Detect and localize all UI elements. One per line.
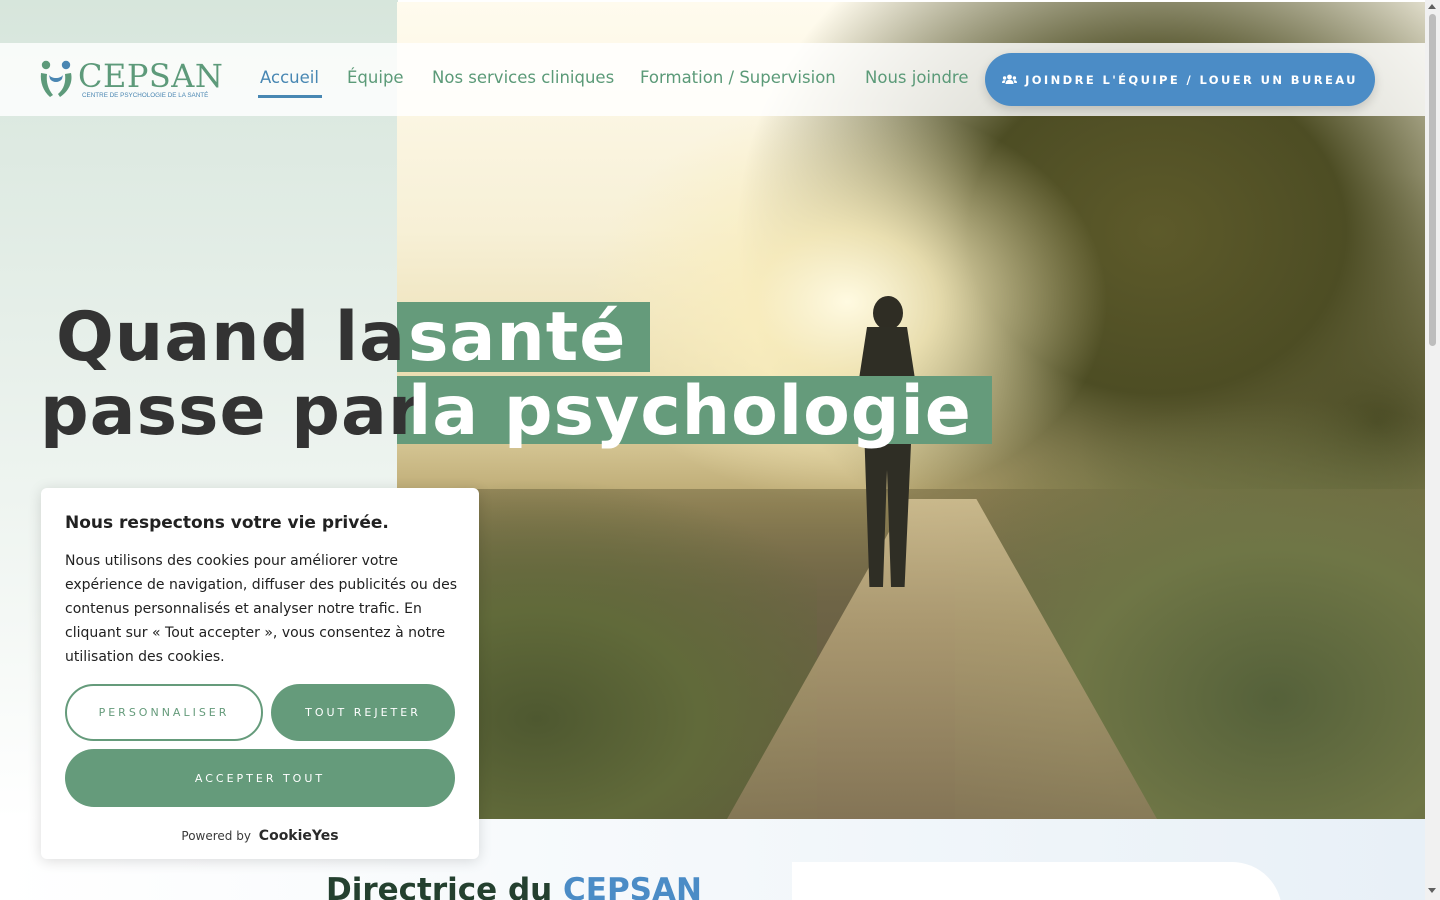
headline-highlight-1: santé <box>408 298 627 377</box>
headline-line2: passe par <box>40 372 423 451</box>
scrollbar-thumb[interactable] <box>1429 14 1436 346</box>
nav-item-equipe[interactable]: Équipe <box>347 68 404 87</box>
nav-active-indicator <box>258 95 322 98</box>
scroll-up-arrow-icon[interactable] <box>1428 4 1436 9</box>
headline-highlight-2: la psychologie <box>408 372 972 451</box>
cookie-description: Nous utilisons des cookies pour améliore… <box>65 553 457 665</box>
cookieyes-logo[interactable]: CookieYes <box>259 828 339 844</box>
join-team-button[interactable]: JOINDRE L'ÉQUIPE / LOUER UN BUREAU <box>985 53 1375 106</box>
director-heading-prefix: Directrice du <box>326 872 553 900</box>
users-icon <box>1002 74 1018 84</box>
powered-by-label: Powered by <box>181 829 251 843</box>
two-people-icon <box>40 60 72 97</box>
nav-item-contact[interactable]: Nous joindre <box>865 68 969 87</box>
nav-item-services[interactable]: Nos services cliniques <box>432 68 614 87</box>
site-logo[interactable]: CEPSAN CENTRE DE PSYCHOLOGIE DE LA SANTÉ <box>38 57 223 102</box>
scroll-down-arrow-icon[interactable] <box>1428 888 1436 893</box>
headline-line1: Quand la <box>56 298 407 377</box>
powered-by: Powered by CookieYes <box>41 828 479 844</box>
cookie-title: Nous respectons votre vie privée. <box>65 513 389 533</box>
reject-all-button[interactable]: TOUT REJETER <box>271 684 455 741</box>
nav-item-formation[interactable]: Formation / Supervision <box>640 68 836 87</box>
cookie-banner: Nous respectons votre vie privée. Nous u… <box>41 488 479 859</box>
page-scrollbar[interactable] <box>1425 0 1440 900</box>
join-team-label: JOINDRE L'ÉQUIPE / LOUER UN BUREAU <box>1025 72 1358 87</box>
hero-person-head <box>873 296 903 330</box>
director-card <box>792 862 1282 900</box>
logo-wordmark: CEPSAN <box>78 57 224 95</box>
accept-all-button[interactable]: ACCEPTER TOUT <box>65 749 455 807</box>
director-heading-accent: CEPSAN <box>563 872 702 900</box>
nav-item-accueil[interactable]: Accueil <box>260 68 319 87</box>
logo-subtitle: CENTRE DE PSYCHOLOGIE DE LA SANTÉ <box>82 92 209 99</box>
director-heading: Directrice du CEPSAN <box>326 872 702 900</box>
customize-button[interactable]: PERSONNALISER <box>65 684 263 741</box>
